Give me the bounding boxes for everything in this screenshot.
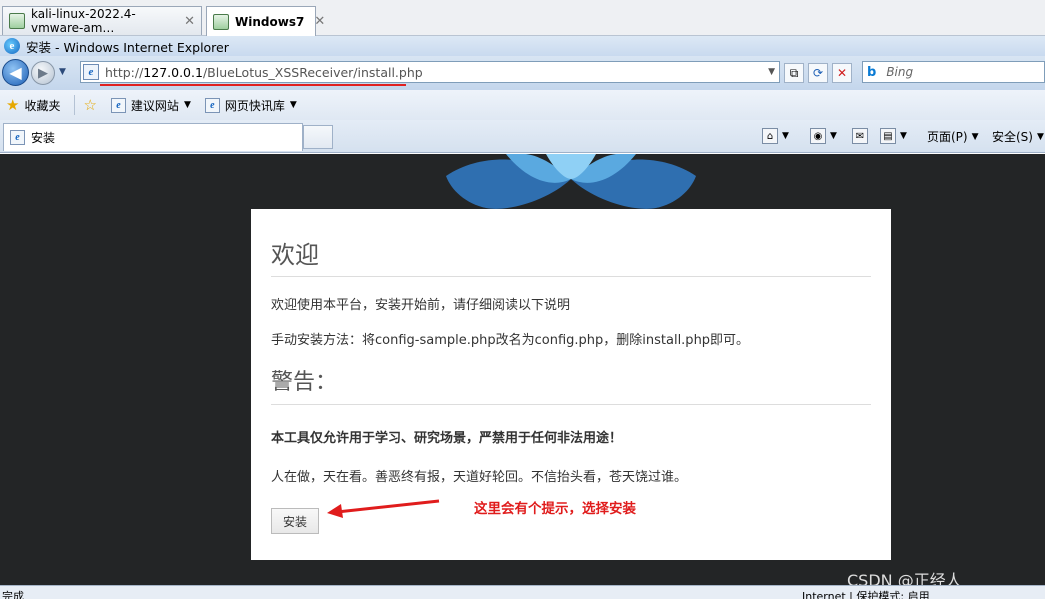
page-menu[interactable]: 页面(P) ▼ <box>927 128 979 145</box>
intro-text: 欢迎使用本平台，安装开始前，请仔细阅读以下说明 <box>271 298 571 313</box>
address-bar[interactable]: e http://127.0.0.1/BlueLotus_XSSReceiver… <box>80 61 780 83</box>
vm-icon <box>213 13 229 30</box>
window-title-bar: e 安装 - Windows Internet Explorer <box>0 36 1045 56</box>
print-button[interactable]: ▤ ▼ <box>880 128 907 144</box>
install-button[interactable]: 安装 <box>271 508 319 534</box>
refresh-icon[interactable]: ⟳ <box>808 63 828 83</box>
status-left: 完成 <box>2 590 24 599</box>
chevron-down-icon: ▼ <box>900 131 907 141</box>
star-icon: ★ <box>6 96 20 114</box>
history-dropdown-icon[interactable]: ▼ <box>59 67 66 77</box>
page-viewport: 欢迎 欢迎使用本平台，安装开始前，请仔细阅读以下说明 手动安装方法：将confi… <box>0 154 1045 585</box>
ie-page-icon: e <box>204 97 220 113</box>
annotation-arrow <box>327 499 440 518</box>
back-button[interactable]: ◀ <box>2 59 29 86</box>
read-mail-button[interactable]: ✉ <box>852 128 868 144</box>
close-icon[interactable]: ✕ <box>184 14 195 29</box>
fav-suggested-sites[interactable]: e 建议网站 ▼ <box>110 97 191 114</box>
chevron-down-icon: ▼ <box>183 100 191 110</box>
status-bar: 完成 Internet | 保护模式: 启用 <box>0 585 1045 599</box>
chevron-down-icon: ▼ <box>971 131 979 142</box>
add-favorite-button[interactable]: ☆ <box>83 96 96 114</box>
search-placeholder: Bing <box>886 65 914 79</box>
ie-page-icon: e <box>110 97 126 113</box>
page-icon: e <box>83 64 99 80</box>
vm-tab-windows7[interactable]: Windows7 ✕ <box>206 6 325 36</box>
printer-icon: ▤ <box>880 128 896 144</box>
annotation-text: 这里会有个提示，选择安装 <box>474 501 636 517</box>
bing-icon: b <box>867 64 877 80</box>
mail-icon: ✉ <box>852 128 868 144</box>
manual-install-text: 手动安装方法：将config-sample.php改名为config.php，删… <box>271 333 750 348</box>
chevron-down-icon: ▼ <box>1036 131 1044 142</box>
blue-lotus-logo <box>446 154 696 209</box>
safety-menu[interactable]: 安全(S) ▼ <box>992 128 1044 145</box>
address-dropdown-icon[interactable]: ▼ <box>768 67 775 77</box>
feeds-button[interactable]: ◉ ▼ <box>810 128 837 144</box>
url[interactable]: http://127.0.0.1/BlueLotus_XSSReceiver/i… <box>105 65 423 80</box>
rss-icon: ◉ <box>810 128 826 144</box>
chevron-down-icon: ▼ <box>782 131 789 141</box>
home-icon: ⌂ <box>762 128 778 144</box>
favorites-button[interactable]: ★ 收藏夹 <box>6 96 60 114</box>
close-icon[interactable]: ✕ <box>314 14 325 29</box>
annotation-underline <box>100 84 406 86</box>
separator <box>74 95 76 115</box>
status-zone: Internet | 保护模式: 启用 <box>802 590 930 599</box>
ie-logo-icon: e <box>4 38 20 54</box>
favorites-bar: ★ 收藏夹 ☆ e 建议网站 ▼ e 网页快讯库 ▼ <box>0 90 1045 120</box>
chevron-down-icon: ▼ <box>830 131 837 141</box>
vm-icon <box>9 13 25 29</box>
chevron-down-icon: ▼ <box>289 100 297 110</box>
ie-page-icon: e <box>10 130 25 145</box>
forward-button[interactable]: ▶ <box>31 61 55 85</box>
add-favorite-icon: ☆ <box>83 96 97 114</box>
motto-text: 人在做，天在看。善恶终有报，天道好轮回。不信抬头看，苍天饶过谁。 <box>271 470 688 485</box>
warning-text: 本工具仅允许用于学习、研究场景，严禁用于任何非法用途！ <box>271 431 623 446</box>
warning-heading: 警告： <box>271 364 871 405</box>
stop-icon[interactable]: ✕ <box>832 63 852 83</box>
welcome-heading: 欢迎 <box>271 235 871 277</box>
compat-view-icon[interactable]: ⧉ <box>784 63 804 83</box>
search-input[interactable]: b Bing <box>862 61 1045 83</box>
vm-tab-label: Windows7 <box>235 14 305 29</box>
tab-install[interactable]: e 安装 <box>3 123 303 151</box>
window-title: 安装 - Windows Internet Explorer <box>26 39 229 55</box>
browser-tab-row: e 安装 ⌂ ▼ ◉ ▼ ✉ ▤ ▼ 页面(P) ▼ 安全(S) ▼ <box>0 120 1045 153</box>
vm-tab-kali[interactable]: kali-linux-2022.4-vmware-am… ✕ <box>2 6 202 35</box>
vm-tab-label: kali-linux-2022.4-vmware-am… <box>31 7 136 35</box>
new-tab-button[interactable] <box>303 125 333 149</box>
fav-web-slice-gallery[interactable]: e 网页快讯库 ▼ <box>204 97 297 114</box>
vm-tab-strip: kali-linux-2022.4-vmware-am… ✕ Windows7 … <box>0 0 1045 36</box>
address-toolbar: ◀ ▶ ▼ e http://127.0.0.1/BlueLotus_XSSRe… <box>0 56 1045 90</box>
home-button[interactable]: ⌂ ▼ <box>762 128 789 144</box>
